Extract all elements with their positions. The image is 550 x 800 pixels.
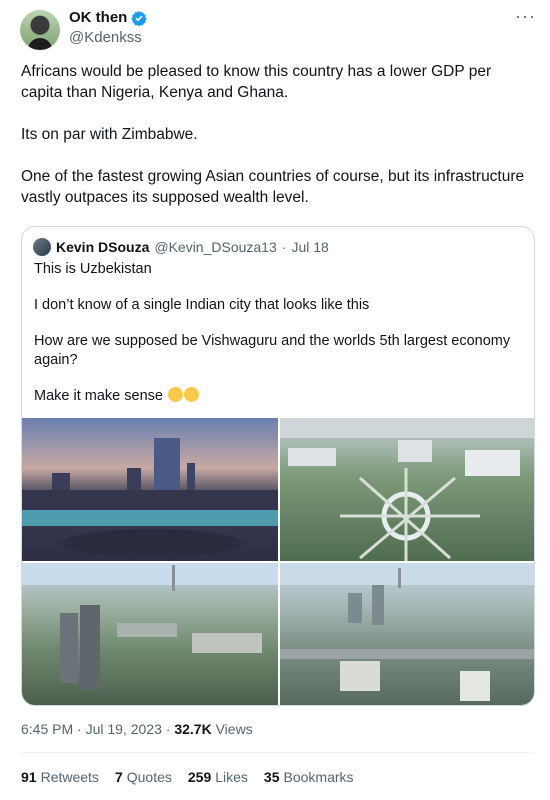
tweet-paragraph: Africans would be pleased to know this c… — [21, 63, 492, 101]
engagement-stats: 91 Retweets 7 Quotes 259 Likes 35 Bookmarks — [21, 769, 354, 785]
aerial-park-illustration — [280, 418, 534, 561]
city-towers-illustration — [22, 563, 278, 690]
quote-header: Kevin DSouza @Kevin_DSouza13 · Jul 18 — [33, 238, 329, 256]
author-display-name[interactable]: OK then — [69, 9, 127, 26]
stat-retweets[interactable]: 91 Retweets — [21, 769, 99, 785]
timestamp-separator-2: · — [165, 721, 171, 737]
quoted-tweet-card[interactable]: Kevin DSouza @Kevin_DSouza13 · Jul 18 Th… — [21, 226, 535, 706]
stat-count: 35 — [263, 769, 280, 785]
tweet-paragraph: Its on par with Zimbabwe. — [21, 126, 198, 143]
quote-author-avatar — [33, 238, 51, 256]
quote-paragraph: How are we supposed be Vishwaguru and th… — [34, 333, 511, 368]
city-night-illustration — [22, 438, 278, 557]
stat-bookmarks[interactable]: 35 Bookmarks — [264, 769, 354, 785]
views-label: Views — [215, 721, 253, 737]
stat-count: 259 — [187, 769, 212, 785]
quote-paragraph-text: Make it make sense — [34, 388, 163, 404]
author-name-row: OK then — [69, 9, 148, 26]
quote-text: This is Uzbekistan I don’t know of a sin… — [34, 260, 524, 423]
stat-label: Quotes — [126, 769, 172, 785]
media-photo-city-towers[interactable] — [22, 563, 278, 705]
media-photo-city-skyline[interactable] — [280, 563, 534, 705]
stat-likes[interactable]: 259 Likes — [188, 769, 248, 785]
quote-author-name: Kevin DSouza — [56, 239, 150, 255]
smiling-heart-eyes-emoji-icon — [183, 387, 199, 402]
verified-badge-icon — [131, 10, 148, 26]
avatar-figure — [28, 38, 52, 50]
author-handle[interactable]: @Kdenkss — [69, 29, 142, 46]
stat-quotes[interactable]: 7 Quotes — [115, 769, 172, 785]
author-avatar[interactable] — [20, 10, 60, 50]
divider — [21, 752, 535, 753]
quote-separator: · — [281, 239, 287, 255]
stat-label: Likes — [215, 769, 248, 785]
more-options-icon[interactable]: ··· — [515, 6, 536, 27]
tweet-text: Africans would be pleased to know this c… — [21, 61, 531, 229]
timestamp-separator: · — [77, 721, 82, 737]
media-photo-city-night[interactable] — [22, 418, 278, 561]
tweet-date[interactable]: Jul 19, 2023 — [86, 721, 162, 737]
media-grid — [22, 418, 534, 705]
city-skyline-illustration — [280, 563, 534, 701]
quote-paragraph: I don’t know of a single Indian city tha… — [34, 297, 370, 313]
stat-count: 7 — [114, 769, 123, 785]
stat-label: Retweets — [40, 769, 99, 785]
quote-paragraph-last: Make it make sense — [34, 387, 524, 406]
neutral-face-emoji-icon — [167, 387, 183, 402]
stat-label: Bookmarks — [283, 769, 354, 785]
media-photo-aerial-park[interactable] — [280, 418, 534, 561]
tweet-time[interactable]: 6:45 PM — [21, 721, 73, 737]
stat-count: 91 — [21, 769, 37, 785]
quote-paragraph: This is Uzbekistan — [34, 261, 152, 277]
tweet-timestamp-line: 6:45 PM · Jul 19, 2023 · 32.7K Views — [21, 721, 253, 737]
views-count: 32.7K — [174, 721, 212, 737]
quote-date: Jul 18 — [291, 239, 329, 255]
tweet-paragraph: One of the fastest growing Asian countri… — [21, 168, 525, 206]
quote-author-handle: @Kevin_DSouza13 — [154, 239, 277, 255]
